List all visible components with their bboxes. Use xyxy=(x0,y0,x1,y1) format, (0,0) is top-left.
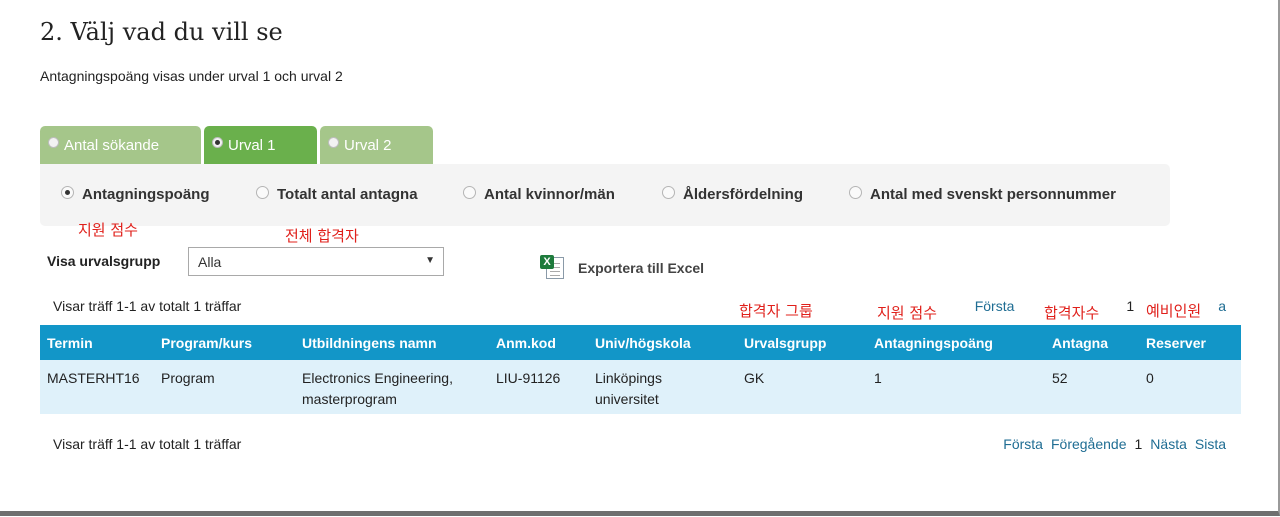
radio-selected-icon xyxy=(61,186,74,199)
radio-icon xyxy=(256,186,269,199)
pager-current-page: 1 xyxy=(1126,298,1135,314)
results-table: Termin Program/kurs Utbildningens namn A… xyxy=(40,325,1241,414)
option-totalt-antal-antagna[interactable]: Totalt antal antagna xyxy=(256,186,418,203)
result-count: Visar träff 1-1 av totalt 1 träffar xyxy=(53,436,242,452)
filter-label: Visa urvalsgrupp xyxy=(47,253,161,269)
option-aldersfordelning[interactable]: Åldersfördelning xyxy=(662,186,803,203)
select-value: Alla xyxy=(198,253,222,270)
urvalsgrupp-select[interactable]: Alla ▼ xyxy=(188,247,444,276)
annotation: 합격자 그룹 xyxy=(739,300,813,321)
cell-antagna: 52 xyxy=(1052,370,1068,386)
pager-first-link[interactable]: Första xyxy=(975,298,1015,314)
column-header[interactable]: Urvalsgrupp xyxy=(744,335,826,351)
cell-univ-hogskola: Linköpings universitet xyxy=(595,370,662,407)
table-row: MASTERHT16 Program Electronics Engineeri… xyxy=(40,360,1241,414)
table-header: Termin Program/kurs Utbildningens namn A… xyxy=(40,325,1241,360)
display-options: Antagningspoäng Totalt antal antagna Ant… xyxy=(40,164,1170,226)
column-header[interactable]: Antagningspoäng xyxy=(874,335,993,351)
tab-urval-1[interactable]: Urval 1 xyxy=(204,126,317,164)
option-label: Antal kvinnor/män xyxy=(484,186,615,203)
pager-last-link[interactable]: Sista xyxy=(1195,436,1226,452)
page-title: 2. Välj vad du vill se xyxy=(40,18,283,46)
column-header[interactable]: Anm.kod xyxy=(496,335,556,351)
radio-icon xyxy=(849,186,862,199)
radio-icon xyxy=(662,186,675,199)
tab-antal-sokande[interactable]: Antal sökande xyxy=(40,126,201,164)
annotation: 지원 점수 xyxy=(78,221,138,239)
cell-antagningspoang: 1 xyxy=(874,370,882,386)
pager-next-link[interactable]: Nästa xyxy=(1150,436,1187,452)
pagination-bottom: Första Föregående 1 Nästa Sista xyxy=(995,436,1226,452)
tab-label: Urval 2 xyxy=(344,136,392,154)
tab-urval-2[interactable]: Urval 2 xyxy=(320,126,433,164)
cell-reserver: 0 xyxy=(1146,370,1154,386)
pager-first-link[interactable]: Första xyxy=(1003,436,1043,452)
column-header[interactable]: Univ/högskola xyxy=(595,335,705,351)
tab-label: Antal sökande xyxy=(64,136,160,154)
dropdown-arrow-icon: ▼ xyxy=(425,255,435,266)
annotation: 전체 합격자 xyxy=(285,227,359,245)
annotation: 예비인원 xyxy=(1146,300,1202,321)
column-header[interactable]: Termin xyxy=(47,335,93,351)
radio-icon xyxy=(48,136,59,148)
cell-termin: MASTERHT16 xyxy=(47,370,140,386)
subtitle: Antagningspoäng visas under urval 1 och … xyxy=(40,68,343,84)
excel-icon: X xyxy=(540,255,566,281)
option-label: Antal med svenskt personnummer xyxy=(870,186,1116,203)
column-header[interactable]: Reserver xyxy=(1146,335,1206,351)
pager-last-link[interactable]: a xyxy=(1218,298,1226,314)
cell-utbildningens-namn: Electronics Engineering, masterprogram xyxy=(302,370,453,407)
pager-prev-link[interactable]: Föregående xyxy=(1051,436,1127,452)
export-label: Exportera till Excel xyxy=(578,260,705,276)
annotation: 지원 점수 xyxy=(877,302,937,323)
cell-anm-kod: LIU-91126 xyxy=(496,370,561,386)
column-header[interactable]: Utbildningens namn xyxy=(302,335,482,351)
option-label: Antagningspoäng xyxy=(82,186,210,203)
export-excel-button[interactable]: X Exportera till Excel xyxy=(540,255,704,281)
option-svenskt-personnummer[interactable]: Antal med svenskt personnummer xyxy=(849,186,1116,203)
option-label: Totalt antal antagna xyxy=(277,186,418,203)
tab-label: Urval 1 xyxy=(228,136,276,154)
radio-icon xyxy=(463,186,476,199)
annotation: 합격자수 xyxy=(1044,302,1100,323)
option-antagningspoang[interactable]: Antagningspoäng xyxy=(61,186,210,203)
pager-current-page: 1 xyxy=(1134,436,1143,452)
cell-urvalsgrupp: GK xyxy=(744,370,765,386)
option-label: Åldersfördelning xyxy=(683,186,804,203)
radio-icon xyxy=(328,136,339,148)
result-count: Visar träff 1-1 av totalt 1 träffar xyxy=(53,298,242,314)
option-antal-kvinnor-man[interactable]: Antal kvinnor/män xyxy=(463,186,615,203)
radio-selected-icon xyxy=(212,136,223,148)
tab-bar: Antal sökande Urval 1 Urval 2 xyxy=(40,126,436,164)
cell-program-kurs: Program xyxy=(161,370,215,386)
column-header[interactable]: Antagna xyxy=(1052,335,1108,351)
column-header[interactable]: Program/kurs xyxy=(161,335,252,351)
